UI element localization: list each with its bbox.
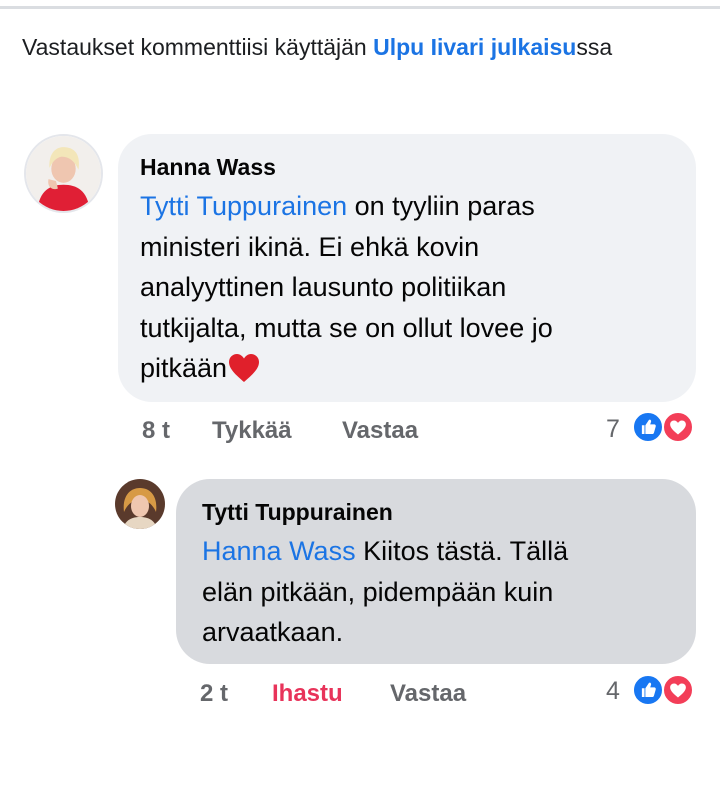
comment-line: tutkijalta, mutta se on ollut lovee jo: [140, 312, 553, 343]
reply-button[interactable]: Vastaa: [390, 680, 466, 708]
heart-emoji-icon: [229, 354, 260, 382]
comment-line: pitkään: [140, 348, 680, 389]
like-button[interactable]: Tykkää: [212, 417, 292, 445]
reaction-count[interactable]: 4: [606, 677, 620, 706]
avatar-hanna-wass[interactable]: [24, 134, 103, 213]
comment-line-text: pitkään: [140, 353, 228, 383]
avatar-tytti-tuppurainen[interactable]: [115, 479, 165, 529]
comment-line: analyyttinen lausunto politiikan: [140, 272, 507, 302]
comment-line-text: Kiitos tästä. Tällä: [355, 536, 569, 566]
reply-button[interactable]: Vastaa: [342, 417, 418, 445]
mention-link[interactable]: Hanna Wass: [202, 536, 356, 566]
comment-author[interactable]: Hanna Wass: [140, 154, 276, 181]
comment-line-text: on tyyliin paras: [347, 191, 535, 221]
comment-timestamp[interactable]: 8 t: [142, 417, 170, 445]
comment-bubble-tytti-tuppurainen: Tytti Tuppurainen Hanna Wass Kiitos täst…: [176, 479, 696, 664]
notice-prefix: Vastaukset kommenttiisi käyttäjän: [22, 34, 374, 60]
like-icon[interactable]: [632, 411, 664, 443]
love-reaction-button[interactable]: Ihastu: [272, 680, 343, 708]
love-icon[interactable]: [662, 411, 694, 443]
comment-author[interactable]: Tytti Tuppurainen: [202, 499, 393, 526]
comment-text: Hanna Wass Kiitos tästä. Tällä elän pitk…: [202, 531, 682, 653]
comment-line: Hanna Wass Kiitos tästä. Tällä: [202, 531, 682, 572]
comment-bubble-hanna-wass: Hanna Wass Tytti Tuppurainen on tyyliin …: [118, 134, 696, 402]
mention-link[interactable]: Tytti Tuppurainen: [140, 191, 347, 221]
avatar-photo: [26, 136, 101, 211]
comment-line: elän pitkään, pidempään kuin: [202, 576, 554, 607]
top-divider: [0, 6, 720, 9]
love-icon[interactable]: [662, 674, 694, 706]
comment-text: Tytti Tuppurainen on tyyliin paras minis…: [140, 186, 680, 389]
post-owner-link[interactable]: Ulpu Iivari: [373, 34, 484, 60]
post-link[interactable]: julkaisu: [491, 34, 577, 60]
like-icon[interactable]: [632, 674, 664, 706]
avatar-photo: [115, 479, 165, 529]
reaction-count[interactable]: 7: [606, 415, 620, 444]
notice-suffix: ssa: [576, 34, 613, 60]
reply-notice: Vastaukset kommenttiisi käyttäjän Ulpu I…: [22, 32, 662, 63]
comment-timestamp[interactable]: 2 t: [200, 680, 228, 708]
comment-line: arvaatkaan.: [202, 617, 344, 647]
comment-line: Tytti Tuppurainen on tyyliin paras: [140, 186, 680, 227]
comment-line: ministeri ikinä. Ei ehkä kovin: [140, 231, 480, 262]
